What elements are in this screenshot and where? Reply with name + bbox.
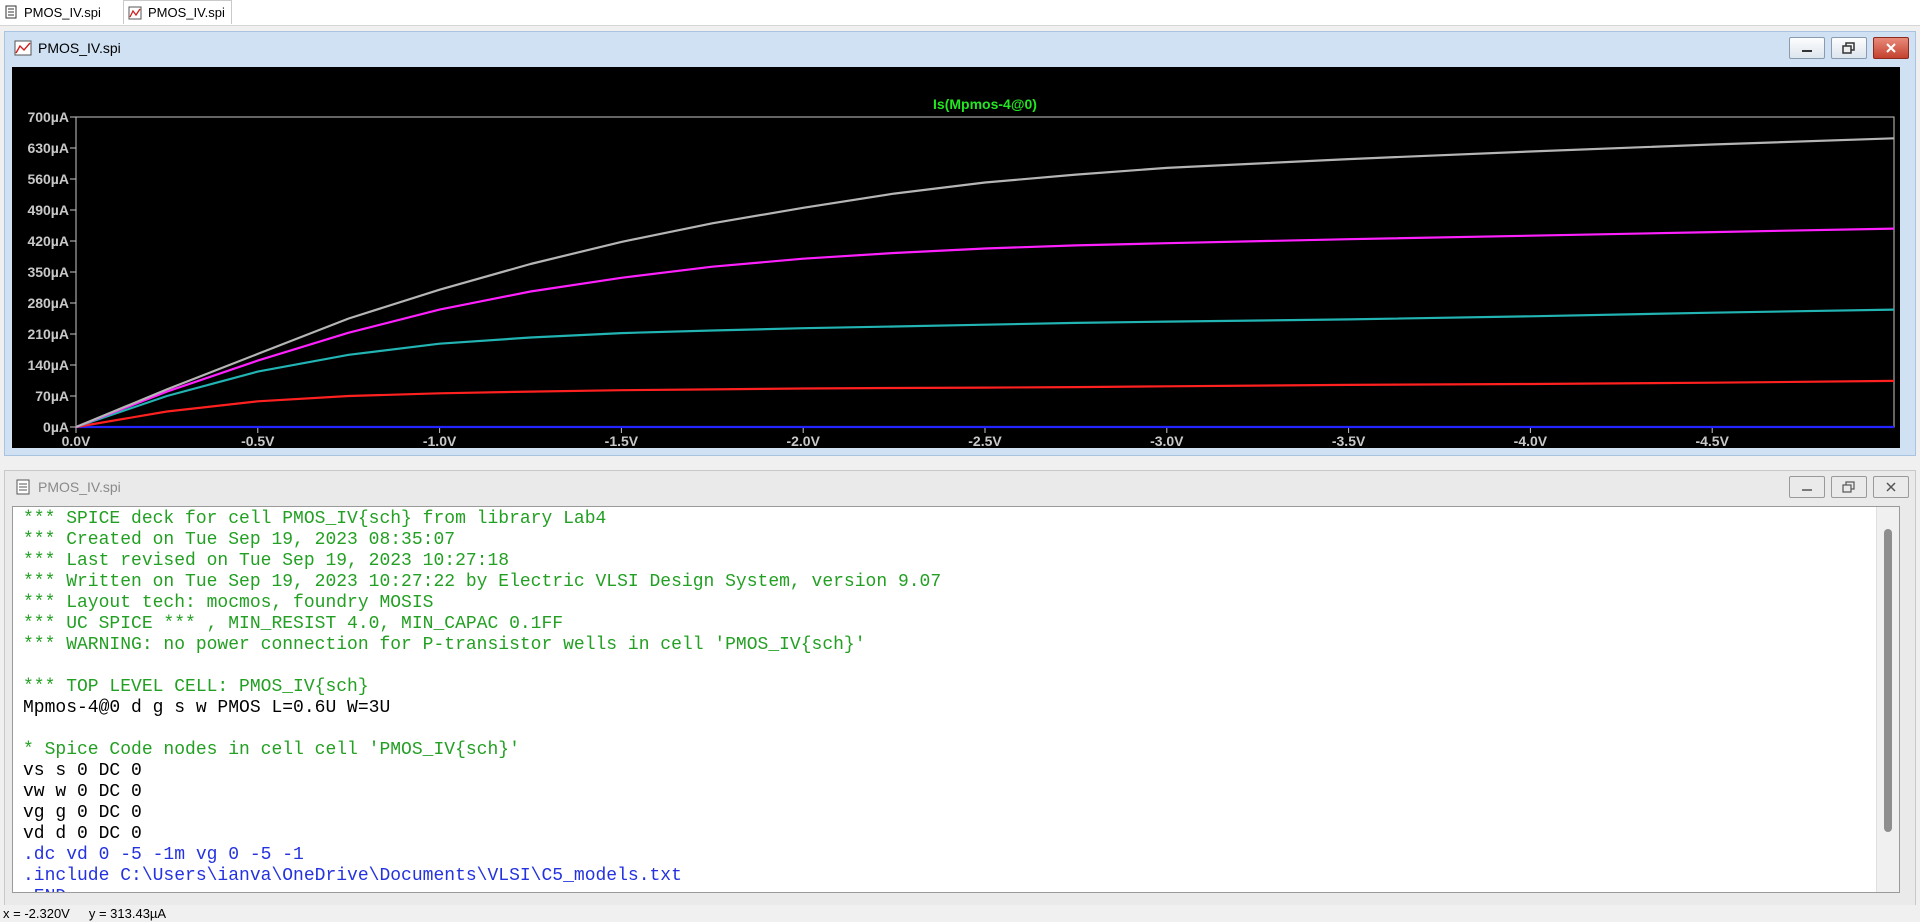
netlist-line — [23, 656, 941, 677]
netlist-line — [23, 719, 941, 740]
tab-label: PMOS_IV.spi — [24, 4, 101, 20]
y-tick-label: 210µA — [27, 326, 69, 342]
netlist-line: *** Written on Tue Sep 19, 2023 10:27:22… — [23, 572, 942, 592]
netlist-line: vd d 0 DC 0 — [23, 824, 142, 844]
y-tick-label: 630µA — [27, 140, 69, 156]
waveform-window: PMOS_IV.spi 0µA 70µA 140µA 210µA 280µA 350µA 4… — [4, 31, 1916, 456]
netlist-line: *** UC SPICE *** , MIN_RESIST 4.0, MIN_C… — [23, 614, 564, 634]
netlist-lines: *** SPICE deck for cell PMOS_IV{sch} fro… — [23, 509, 942, 892]
netlist-line: vw w 0 DC 0 — [23, 782, 142, 802]
netlist-line: .END — [23, 887, 941, 892]
trace-title: Is(Mpmos-4@0) — [933, 96, 1037, 112]
series-line — [75, 379, 1895, 429]
iv-curve-plot[interactable]: 0µA70µA140µA210µA280µA350µA420µA490µA560… — [12, 67, 1900, 448]
x-tick-label: -1.0V — [423, 433, 457, 448]
x-tick-label: 0.0V — [62, 433, 91, 448]
window-titlebar[interactable]: PMOS_IV.spi — [5, 32, 1915, 64]
tab-label: PMOS_IV.spi — [148, 5, 225, 20]
minimize-icon — [1802, 50, 1812, 52]
series-line — [75, 308, 1895, 429]
netlist-line: * Spice Code nodes in cell cell 'PMOS_IV… — [23, 740, 520, 760]
tab-netlist[interactable]: PMOS_IV.spi — [0, 0, 107, 24]
x-tick-label: -3.0V — [1150, 433, 1184, 448]
y-tick-label: 700µA — [27, 109, 69, 125]
x-tick-label: -4.5V — [1695, 433, 1729, 448]
x-tick-label: -0.5V — [241, 433, 275, 448]
netlist-line: vg g 0 DC 0 — [23, 803, 142, 823]
document-tab-bar: PMOS_IV.spi PMOS_IV.spi — [0, 0, 1920, 26]
maximize-button[interactable] — [1831, 37, 1867, 59]
netlist-line: *** Created on Tue Sep 19, 2023 08:35:07 — [23, 530, 456, 550]
series-line — [75, 227, 1895, 429]
x-tick-label: -2.0V — [786, 433, 820, 448]
tab-waveform[interactable]: PMOS_IV.spi — [123, 0, 232, 24]
scrollbar-thumb[interactable] — [1884, 529, 1892, 832]
y-tick-label: 490µA — [27, 202, 69, 218]
window-title: PMOS_IV.spi — [38, 40, 121, 56]
netlist-line: .dc vd 0 -5 -1m vg 0 -5 -1 — [23, 845, 304, 865]
x-tick-label: -3.5V — [1332, 433, 1366, 448]
netlist-line: *** Last revised on Tue Sep 19, 2023 10:… — [23, 551, 510, 571]
x-tick-label: -4.0V — [1514, 433, 1548, 448]
y-tick-label: 560µA — [27, 171, 69, 187]
netlist-line: *** WARNING: no power connection for P-t… — [23, 635, 866, 655]
waveform-icon — [128, 6, 142, 19]
y-tick-label: 140µA — [27, 357, 69, 373]
restore-icon — [1842, 481, 1855, 493]
minimize-button[interactable] — [1789, 37, 1825, 59]
close-button[interactable] — [1873, 37, 1909, 59]
netlist-line: vs s 0 DC 0 — [23, 761, 142, 781]
restore-icon — [1842, 42, 1855, 54]
y-tick-label: 420µA — [27, 233, 69, 249]
document-icon — [5, 5, 17, 19]
status-bar: x = -2.320V y = 313.43µA — [0, 905, 1920, 922]
netlist-editor[interactable]: *** SPICE deck for cell PMOS_IV{sch} fro… — [12, 506, 1900, 893]
netlist-line: *** Layout tech: mocmos, foundry MOSIS — [23, 593, 434, 613]
y-coordinate-readout: y = 313.43µA — [88, 906, 167, 921]
x-tick-label: -1.5V — [605, 433, 639, 448]
close-icon — [1886, 43, 1896, 53]
window-titlebar[interactable]: PMOS_IV.spi — [5, 471, 1915, 503]
netlist-line: Mpmos-4@0 d g s w PMOS L=0.6U W=3U — [23, 698, 391, 718]
x-coordinate-readout: x = -2.320V — [3, 906, 70, 921]
close-button[interactable] — [1873, 476, 1909, 498]
netlist-line: .include C:\Users\ianva\OneDrive\Documen… — [23, 866, 682, 886]
minimize-button[interactable] — [1789, 476, 1825, 498]
close-icon — [1886, 482, 1896, 492]
waveform-icon — [14, 40, 32, 56]
netlist-line: *** TOP LEVEL CELL: PMOS_IV{sch} — [23, 677, 369, 697]
vertical-scrollbar[interactable] — [1876, 507, 1899, 892]
minimize-icon — [1802, 489, 1812, 491]
y-tick-label: 350µA — [27, 264, 69, 280]
y-tick-label: 70µA — [35, 388, 69, 404]
x-tick-label: -2.5V — [968, 433, 1002, 448]
netlist-window: PMOS_IV.spi *** SPICE deck for cell PMOS… — [4, 470, 1916, 907]
window-title: PMOS_IV.spi — [38, 479, 121, 495]
document-icon — [16, 479, 30, 495]
netlist-line: *** SPICE deck for cell PMOS_IV{sch} fro… — [23, 509, 607, 529]
plot-pane[interactable]: 0µA 70µA 140µA 210µA 280µA 350µA 420µA 490µA 560… — [12, 67, 1900, 448]
plot-frame — [75, 116, 1895, 428]
y-tick-label: 280µA — [27, 295, 69, 311]
maximize-button[interactable] — [1831, 476, 1867, 498]
